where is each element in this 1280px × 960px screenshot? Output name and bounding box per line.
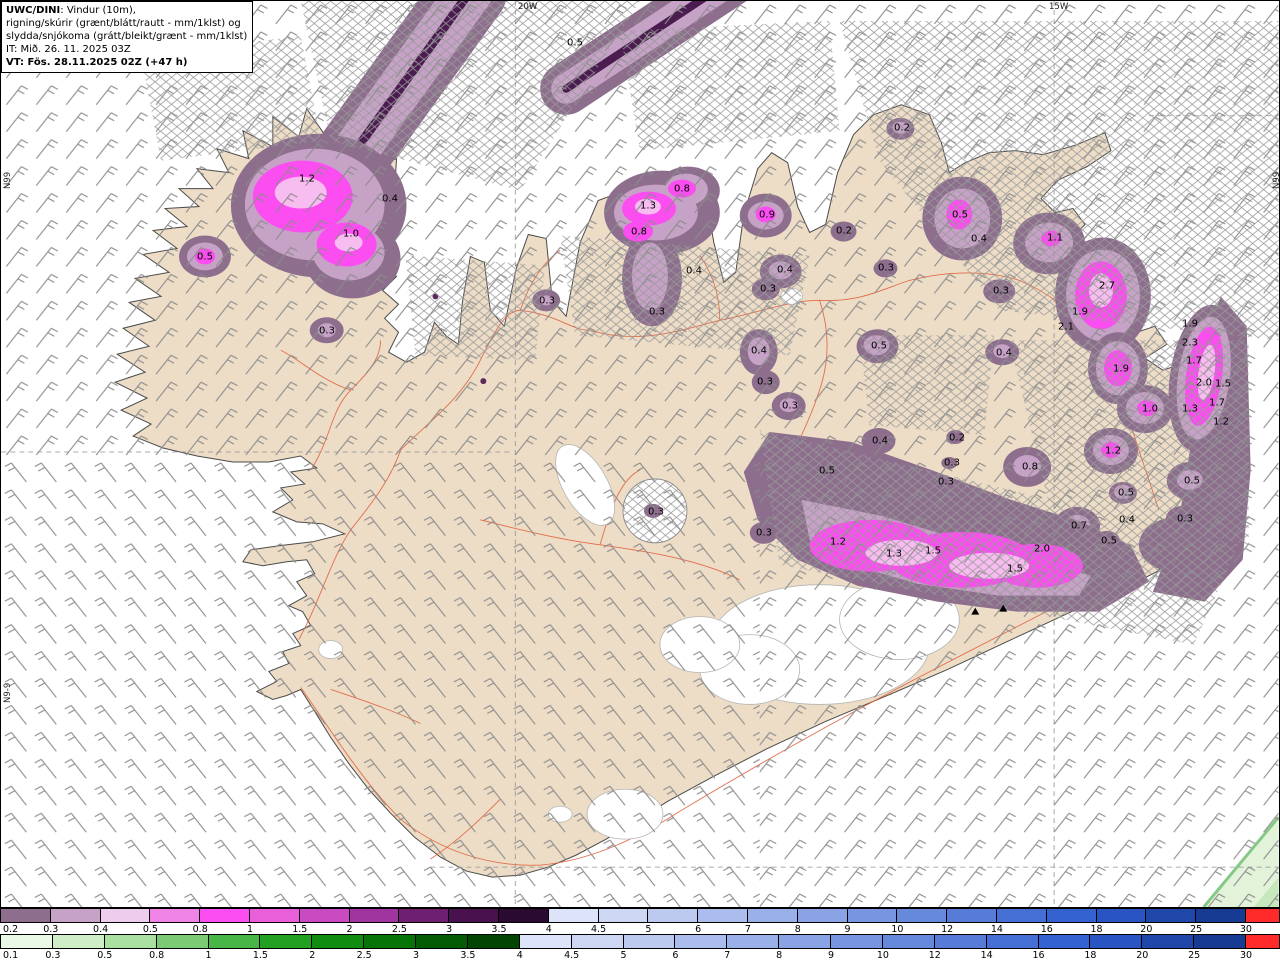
colorbar-threshold-label: 3 [412, 950, 420, 960]
colorbar-cell: 20 [1140, 908, 1197, 935]
colorbar-cell: 0.1 [0, 934, 53, 960]
colorbar-cell: 6 [695, 908, 748, 935]
colorbar-cell: 14 [981, 934, 1039, 960]
colorbar-cell: 25 [1190, 908, 1246, 935]
colorbar-cell: 2.5 [392, 908, 450, 935]
colorbar-cell: 9 [828, 934, 883, 960]
colorbar-threshold-label: 1 [205, 950, 212, 960]
colorbar-threshold-label: 0.1 [3, 950, 19, 960]
colorbar-cell: 1 [247, 908, 300, 935]
colorbar-cell: 0.5 [143, 908, 201, 935]
colorbar-threshold-label: 10 [876, 950, 889, 960]
colorbar-cell: 0.4 [93, 908, 151, 935]
colorbar-rain: 0.1 0.3 0.5 0.8 1 1.5 2 2.5 3 3.5 4 4.5 5 6 7 8 9 10 12 14 1… [0, 934, 1280, 960]
colorbar-threshold-label: 30 [1239, 950, 1253, 960]
colorbar-cell: 18 [1084, 934, 1143, 960]
colorbar-cell: 5 [620, 934, 676, 960]
legend-line-sleet: slydda/snjókoma (grátt/bleikt/grænt - mm… [6, 31, 248, 42]
legend-line-rain: rigning/skúrir (grænt/blátt/rautt - mm/1… [6, 18, 241, 29]
colorbar-cell: 25 [1188, 934, 1246, 960]
colorbar-cell: 16 [1041, 908, 1097, 935]
colorbar-cell: 10 [877, 934, 935, 960]
colorbar-threshold-label: 6 [672, 950, 679, 960]
colorbar-threshold-label: 5 [620, 950, 627, 960]
colorbar-threshold-label: 3.5 [460, 950, 476, 960]
colorbar-cell: 4.5 [564, 934, 624, 960]
colorbar-cell: 2 [309, 934, 365, 960]
colorbar-cell: 12 [941, 908, 997, 935]
colorbar-cell: 0.2 [0, 908, 51, 935]
colorbar-cell: 2.5 [357, 934, 416, 960]
colorbar-cell: 30 [1240, 908, 1280, 935]
legend-init-time: IT: Mið. 26. 11. 2025 03Z [6, 44, 131, 55]
colorbar-threshold-label: 2 [309, 950, 316, 960]
colorbar-cell: 20 [1136, 934, 1195, 960]
colorbar-cell: 0.8 [193, 908, 250, 935]
colorbar-cell: 0.5 [97, 934, 157, 960]
legend-title-rest: : Vindur (10m), [60, 5, 136, 16]
colorbar-cell: 0.3 [45, 934, 105, 960]
colorbar-cell: 4.5 [591, 908, 649, 935]
colorbar-threshold-label: 2.5 [356, 950, 372, 960]
colorbar-threshold-label: 25 [1188, 950, 1201, 960]
colorbar-panel: 0.2 0.3 0.4 0.5 0.8 1 1.5 2 2.5 3 3.5 4 4.5 5 6 7 8 9 10 12… [0, 908, 1280, 960]
colorbar-cell: 4 [517, 934, 572, 960]
colorbar-cell: 0.3 [43, 908, 101, 935]
colorbar-cell: 2 [347, 908, 400, 935]
colorbar-cell: 3.5 [491, 908, 549, 935]
colorbar-cell: 3.5 [460, 934, 520, 960]
colorbar-cell: 14 [991, 908, 1047, 935]
map-canvas [1, 1, 1279, 907]
colorbar-cell: 4 [546, 908, 599, 935]
legend-box: UWC/DINI: Vindur (10m), rigning/skúrir (… [1, 1, 254, 73]
colorbar-cell: 0.8 [149, 934, 209, 960]
colorbar-threshold-label: 16 [1032, 950, 1045, 960]
colorbar-threshold-label: 9 [827, 950, 835, 960]
colorbar-cell: 9 [845, 908, 898, 935]
colorbar-threshold-label: 0.3 [45, 950, 61, 960]
colorbar-cell: 7 [724, 934, 780, 960]
colorbar-threshold-label: 20 [1136, 950, 1149, 960]
legend-valid-time: VT: Fös. 28.11.2025 02Z (+47 h) [6, 57, 188, 68]
colorbar-threshold-label: 0.5 [97, 950, 113, 960]
colorbar-cell: 3 [446, 908, 499, 935]
colorbar-cell: 1.5 [292, 908, 350, 935]
colorbar-threshold-label: 4 [516, 950, 523, 960]
colorbar-cell: 5 [645, 908, 699, 935]
colorbar-cell: 12 [929, 934, 987, 960]
colorbar-cell: 8 [795, 908, 848, 935]
colorbar-cell: 1 [205, 934, 261, 960]
legend-title-model: UWC/DINI [6, 5, 61, 16]
colorbar-threshold-label: 4.5 [564, 950, 580, 960]
colorbar-cell: 30 [1240, 934, 1280, 960]
colorbar-threshold-label: 18 [1084, 950, 1097, 960]
colorbar-threshold-label: 0.8 [149, 950, 165, 960]
colorbar-threshold-label: 7 [724, 950, 731, 960]
colorbar-cell: 1.5 [253, 934, 313, 960]
colorbar-sleet-snow: 0.2 0.3 0.4 0.5 0.8 1 1.5 2 2.5 3 3.5 4 4.5 5 6 7 8 9 10 12… [0, 908, 1280, 935]
legend-title: UWC/DINI: Vindur (10m), [6, 4, 247, 17]
colorbar-cell: 7 [745, 908, 798, 935]
colorbar-threshold-label: 8 [776, 950, 783, 960]
colorbar-threshold-label: 1.5 [252, 950, 268, 960]
colorbar-threshold-label: 14 [980, 950, 993, 960]
colorbar-threshold-label: 12 [928, 950, 941, 960]
colorbar-cell: 8 [776, 934, 831, 960]
colorbar-cell: 10 [891, 908, 948, 935]
colorbar-cell: 18 [1090, 908, 1147, 935]
colorbar-cell: 6 [672, 934, 728, 960]
weather-map: 0.5 0.5 1.2 1.0 0.4 0.3 0.3 1.3 0.8 0.8 0.4 0.3 0.9 0… [0, 0, 1280, 908]
colorbar-cell: 3 [413, 934, 468, 960]
colorbar-cell: 16 [1032, 934, 1091, 960]
